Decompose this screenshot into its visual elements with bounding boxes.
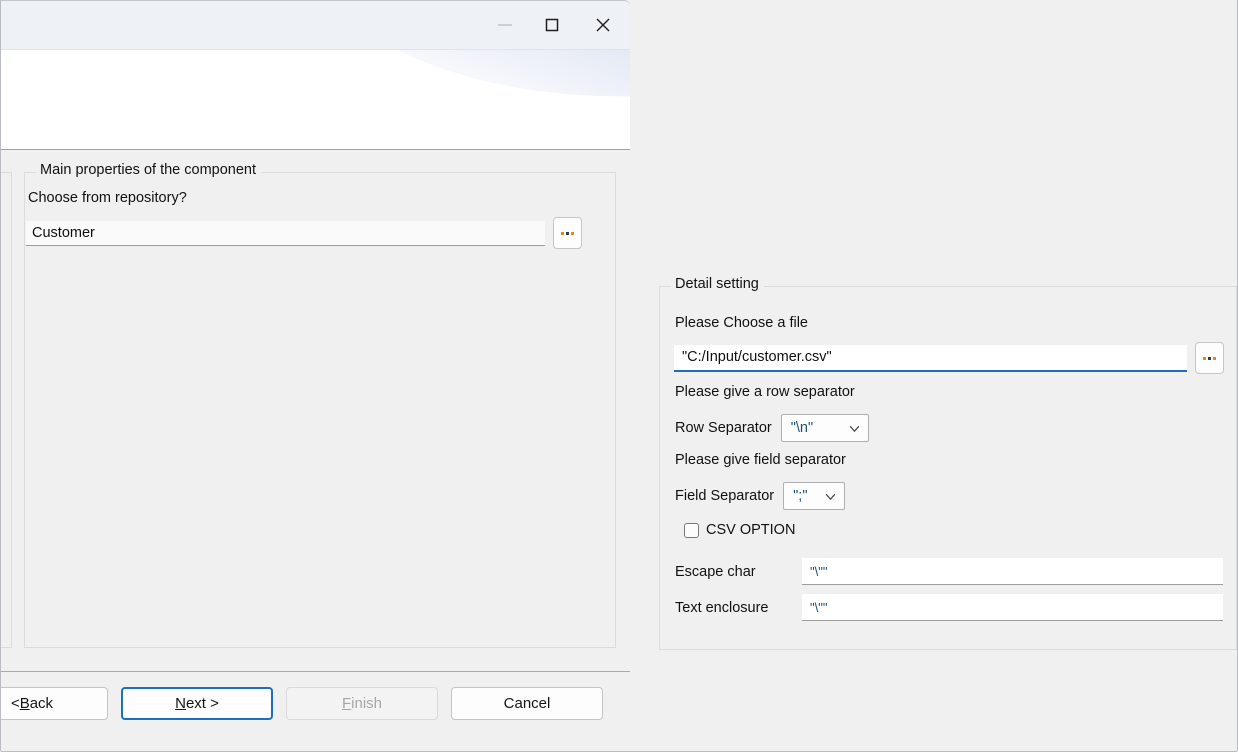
escape-char-label: Escape char xyxy=(675,564,802,580)
text-enclosure-input[interactable] xyxy=(802,594,1223,621)
row-separator-label: Row Separator xyxy=(675,420,772,436)
escape-char-input[interactable] xyxy=(802,558,1223,585)
field-separator-combo[interactable]: ";" xyxy=(783,482,845,510)
finish-button: Finish xyxy=(286,687,438,720)
dot-2-icon xyxy=(1208,357,1211,360)
csv-option-label: CSV OPTION xyxy=(706,522,795,538)
file-browse-button[interactable] xyxy=(1195,342,1224,374)
chevron-down-icon xyxy=(848,422,861,435)
create-job-dialog: Create a job from a template S xyxy=(0,0,1238,752)
choose-file-label: Please Choose a file xyxy=(675,315,808,331)
minimize-button[interactable] xyxy=(481,1,528,49)
csv-option-row[interactable]: CSV OPTION xyxy=(684,522,795,538)
text-enclosure-row: Text enclosure xyxy=(675,594,1223,621)
dot-3-icon xyxy=(1213,357,1216,360)
main-properties-group: Main properties of the component Choose … xyxy=(24,172,616,648)
row-separator-row: Row Separator "\n" xyxy=(675,414,869,442)
dot-1-icon xyxy=(561,232,564,235)
dot-1-icon xyxy=(1203,357,1206,360)
minimize-icon xyxy=(496,19,514,31)
field-separator-row: Field Separator ";" xyxy=(675,482,845,510)
detail-setting-group: Detail setting Please Choose a file Plea… xyxy=(659,286,1237,650)
file-field-row xyxy=(674,342,1224,374)
repository-input[interactable] xyxy=(26,221,545,246)
detail-setting-group-label: Detail setting xyxy=(671,276,764,292)
repository-label: Choose from repository? xyxy=(28,190,187,206)
type-selection-group: Type Selection tFileInputDelimited xyxy=(0,172,12,648)
field-separator-hint: Please give field separator xyxy=(675,452,846,468)
back-button[interactable]: < Back xyxy=(0,687,108,720)
main-properties-group-label: Main properties of the component xyxy=(36,162,261,178)
wizard-header: Select the fields to setup the source #1… xyxy=(0,50,630,150)
close-button[interactable] xyxy=(575,1,630,49)
close-icon xyxy=(593,15,613,35)
title-bar: Create a job from a template xyxy=(0,0,630,50)
csv-option-checkbox[interactable] xyxy=(684,523,699,538)
escape-char-row: Escape char xyxy=(675,558,1223,585)
repository-browse-button[interactable] xyxy=(553,217,582,249)
row-separator-combo[interactable]: "\n" xyxy=(781,414,869,442)
window-controls xyxy=(481,1,630,49)
dialog-footer: < Back Next > Finish Cancel xyxy=(0,671,630,752)
cancel-button[interactable]: Cancel xyxy=(451,687,603,720)
row-separator-hint: Please give a row separator xyxy=(675,384,855,400)
repository-field-row xyxy=(26,217,582,249)
maximize-button[interactable] xyxy=(528,1,575,49)
maximize-icon xyxy=(543,16,561,34)
row-separator-value: "\n" xyxy=(791,420,838,436)
chevron-down-icon xyxy=(824,490,837,503)
text-enclosure-label: Text enclosure xyxy=(675,600,802,616)
field-separator-label: Field Separator xyxy=(675,488,774,504)
file-path-input[interactable] xyxy=(674,345,1187,372)
field-separator-value: ";" xyxy=(793,488,814,504)
header-decoration xyxy=(297,50,630,108)
dot-2-icon xyxy=(566,232,569,235)
wizard-button-bar: < Back Next > Finish Cancel xyxy=(0,687,603,720)
dialog-body: Type Selection tFileInputDelimited xyxy=(0,150,630,671)
next-button[interactable]: Next > xyxy=(121,687,273,720)
dot-3-icon xyxy=(571,232,574,235)
